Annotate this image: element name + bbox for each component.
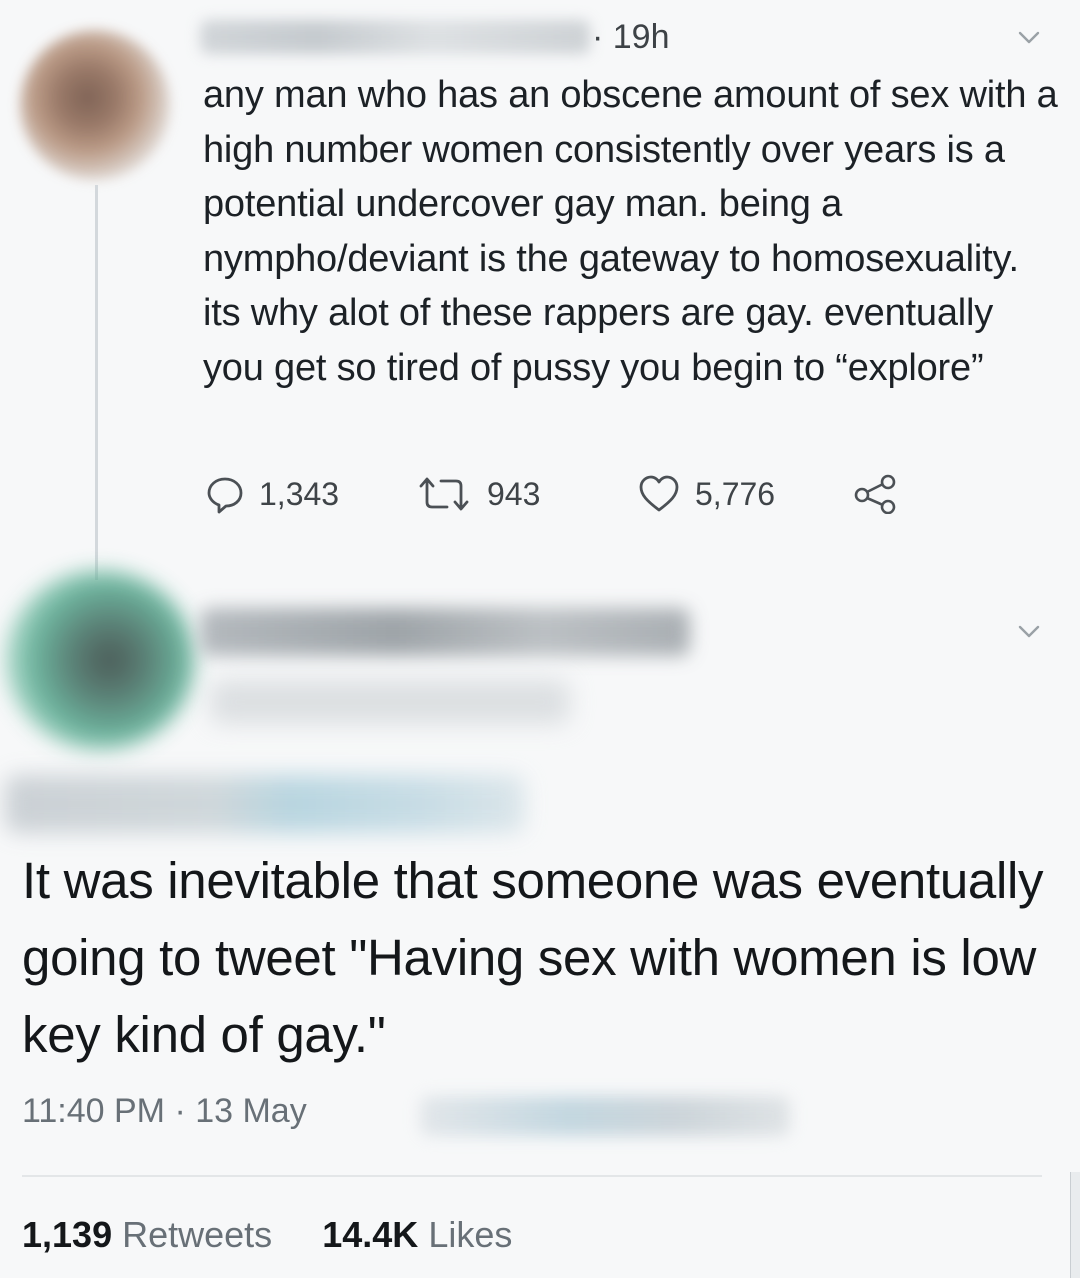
retweets-label: Retweets [122,1214,273,1255]
retweet-total: 1,139 [22,1214,113,1255]
retweet-icon [419,477,469,511]
avatar[interactable] [5,570,195,750]
tweet-stats: 1,139 Retweets 14.4K Likes [22,1214,512,1256]
retweet-button[interactable]: 943 [415,474,540,514]
reply-icon [207,477,243,514]
reply-button[interactable]: 1,343 [205,474,339,514]
tweet-actions: 1,343 943 5,776 [205,474,925,526]
thread-line [95,185,98,580]
scrollbar[interactable] [1070,1172,1080,1278]
chevron-down-icon[interactable] [1018,620,1040,642]
tweet-timestamp[interactable]: 11:40 PM · 13 May [22,1092,307,1131]
tweet-text: It was inevitable that someone was event… [22,852,1044,1063]
share-icon [854,474,896,514]
retweet-count: 943 [487,475,541,512]
blurred-username [210,680,570,724]
likes-stat[interactable]: 14.4K Likes [322,1214,512,1255]
heart-icon [639,475,679,512]
like-count: 5,776 [695,475,776,512]
like-total: 14.4K [322,1214,419,1255]
tweet-text: any man who has an obscene amount of sex… [203,74,1058,389]
retweets-stat[interactable]: 1,139 Retweets [22,1214,272,1255]
divider [22,1175,1042,1177]
tweet-time[interactable]: · 19h [592,18,670,57]
blurred-display-name [200,608,690,656]
share-button[interactable] [853,474,913,514]
blurred-replying-to [5,775,525,833]
chevron-down-icon[interactable] [1018,26,1040,48]
blurred-source [420,1096,790,1136]
like-button[interactable]: 5,776 [637,474,775,514]
likes-label: Likes [428,1214,513,1255]
reply-count: 1,343 [259,475,340,512]
blurred-username [200,20,590,54]
avatar[interactable] [20,30,170,180]
